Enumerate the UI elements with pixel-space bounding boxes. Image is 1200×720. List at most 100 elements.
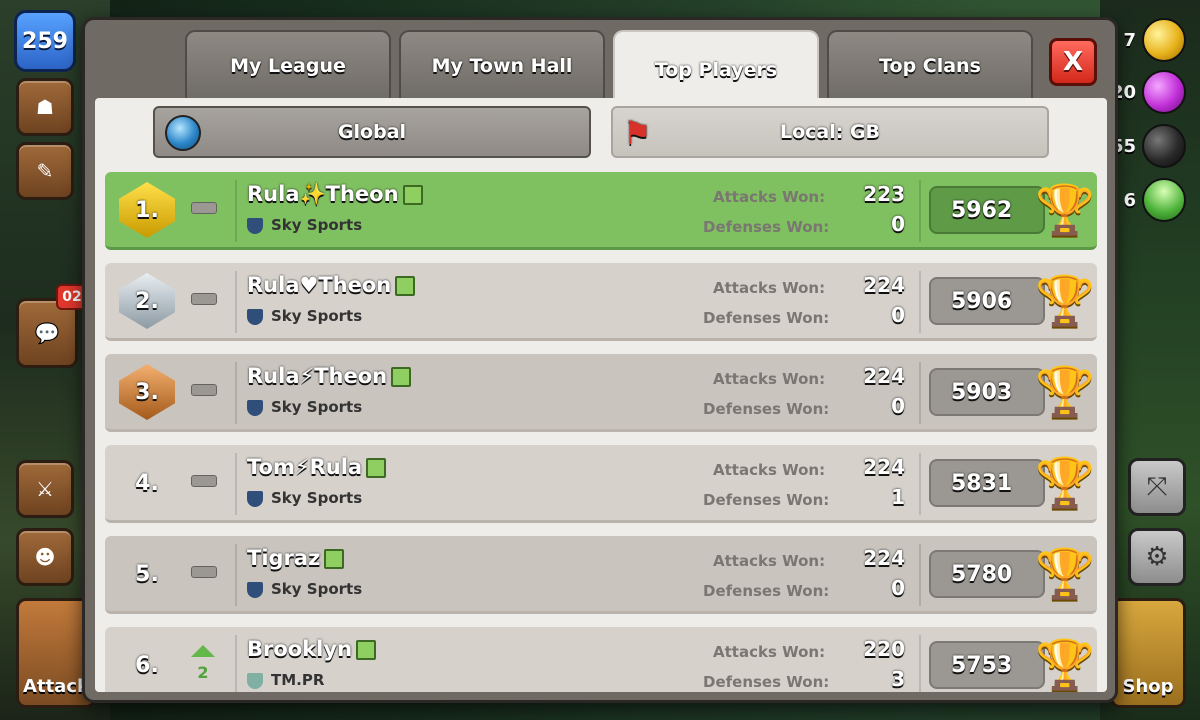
clan-name: Sky Sports [247, 580, 362, 598]
rank-unchanged-icon [191, 293, 217, 305]
close-icon: X [1062, 47, 1084, 77]
rank-unchanged-icon [191, 384, 217, 396]
townhall-icon [402, 185, 423, 205]
clan-name: Sky Sports [247, 398, 362, 416]
shop-button[interactable]: Shop [1110, 598, 1186, 708]
row-divider [235, 453, 237, 515]
townhall-icon [395, 276, 416, 296]
defenses-won-label: Defenses Won: [703, 582, 830, 600]
defenses-won-value: 0 [891, 303, 905, 327]
clan-name: TM.PR [247, 671, 324, 689]
rank-number: 4. [135, 470, 159, 496]
gold-value: 7 [1123, 29, 1136, 51]
player-row[interactable]: 4. Tom⚡Rula Sky Sports Attacks Won: Defe… [105, 445, 1097, 523]
row-divider [919, 544, 921, 606]
player-name-text: Tom⚡Rula [247, 455, 363, 479]
attacks-won-label: Attacks Won: [713, 279, 826, 297]
player-row[interactable]: 3. Rula⚡Theon Sky Sports Attacks Won: De… [105, 354, 1097, 432]
trophy-count: 5780 [929, 550, 1045, 598]
player-name: Tigraz [247, 546, 345, 570]
rank-bronze-badge: 3. [119, 364, 175, 420]
close-button[interactable]: X [1049, 38, 1097, 86]
player-row[interactable]: 1. Rula✨Theon Sky Sports Attacks Won: De… [105, 172, 1097, 250]
attacks-won-label: Attacks Won: [713, 552, 826, 570]
clan-name-text: Sky Sports [271, 580, 363, 598]
rank-unchanged-icon [191, 566, 217, 578]
elixir-icon [1142, 70, 1186, 114]
row-divider [919, 635, 921, 692]
row-divider [235, 362, 237, 424]
gem-resource: 6 [1123, 168, 1196, 232]
clan-badge-icon [247, 581, 263, 598]
clan-badge-icon [247, 490, 263, 507]
flag-icon: ⚑ [623, 114, 652, 152]
global-filter-button[interactable]: Global [153, 106, 591, 158]
rank-unchanged-icon [191, 475, 217, 487]
gold-resource: 7 [1123, 18, 1186, 62]
xp-level-badge[interactable]: 259 [14, 10, 76, 72]
player-name: Rula⚡Theon [247, 364, 412, 388]
defenses-won-label: Defenses Won: [703, 673, 830, 691]
attacks-won-value: 224 [863, 546, 905, 570]
battle-swords-icon[interactable]: ⚔ [16, 460, 74, 518]
attacks-won-value: 224 [863, 273, 905, 297]
trophy-count: 5753 [929, 641, 1045, 689]
builder-icon[interactable]: ✎ [16, 142, 74, 200]
defenses-won-value: 0 [891, 394, 905, 418]
player-row[interactable]: 5. Tigraz Sky Sports Attacks Won: Defens… [105, 536, 1097, 614]
attacks-won-value: 220 [863, 637, 905, 661]
local-filter-label: Local: GB [779, 121, 881, 143]
trophy-count: 5962 [929, 186, 1045, 234]
attacks-won-label: Attacks Won: [713, 188, 826, 206]
clan-badge-icon [247, 672, 263, 689]
player-name: Rula✨Theon [247, 182, 423, 207]
defenses-won-value: 1 [891, 485, 905, 509]
local-filter-button[interactable]: ⚑ Local: GB [611, 106, 1049, 158]
attacks-won-value: 224 [863, 455, 905, 479]
trophy-icon: 🏆 [1035, 273, 1095, 329]
leaderboard-panel: My League My Town Hall Top Players Top C… [82, 17, 1118, 703]
row-divider [919, 362, 921, 424]
settings-gear-icon[interactable]: ⚙ [1128, 528, 1186, 586]
rank-up-indicator: 2 [191, 645, 215, 685]
tab-my-town-hall[interactable]: My Town Hall [399, 30, 605, 100]
player-name: Rula♥Theon [247, 273, 416, 297]
move-buildings-icon[interactable]: ⤧ [1128, 458, 1186, 516]
league-icon[interactable]: ☗ [16, 78, 74, 136]
defenses-won-value: 0 [891, 212, 905, 236]
townhall-icon [324, 549, 345, 569]
clan-name: Sky Sports [247, 489, 362, 507]
gem-icon [1132, 168, 1196, 232]
tab-my-league[interactable]: My League [185, 30, 391, 100]
attack-label: Attack [23, 676, 89, 697]
rank-gold-badge: 1. [119, 182, 175, 238]
tab-top-clans[interactable]: Top Clans [827, 30, 1033, 100]
player-name-text: Rula♥Theon [247, 273, 392, 297]
leaderboard-tabs: My League My Town Hall Top Players Top C… [185, 30, 1033, 108]
row-divider [235, 271, 237, 333]
trophy-icon: 🏆 [1035, 546, 1095, 602]
row-divider [235, 635, 237, 692]
player-row[interactable]: 6. 2 Brooklyn TM.PR Attacks Won: Defense… [105, 627, 1097, 692]
player-name-text: Rula⚡Theon [247, 364, 388, 388]
defenses-won-label: Defenses Won: [703, 218, 830, 236]
trophy-icon: 🏆 [1035, 455, 1095, 511]
shop-label: Shop [1122, 676, 1174, 697]
xp-level-value: 259 [22, 28, 68, 54]
elixir-resource: 20 [1111, 70, 1186, 114]
attacks-won-label: Attacks Won: [713, 461, 826, 479]
trophy-count: 5903 [929, 368, 1045, 416]
rank-change-value: 2 [197, 663, 209, 682]
attacks-won-label: Attacks Won: [713, 643, 826, 661]
player-row[interactable]: 2. Rula♥Theon Sky Sports Attacks Won: De… [105, 263, 1097, 341]
player-name-text: Brooklyn [247, 637, 353, 661]
clan-name-text: TM.PR [271, 671, 325, 689]
clan-name-text: Sky Sports [271, 307, 363, 325]
arrow-up-icon [191, 645, 215, 657]
defenses-won-value: 0 [891, 576, 905, 600]
tab-top-players[interactable]: Top Players [613, 30, 819, 108]
defenses-won-value: 3 [891, 667, 905, 691]
army-icon[interactable]: ☻ [16, 528, 74, 586]
clan-badge-icon [247, 308, 263, 325]
clan-name-text: Sky Sports [271, 398, 363, 416]
